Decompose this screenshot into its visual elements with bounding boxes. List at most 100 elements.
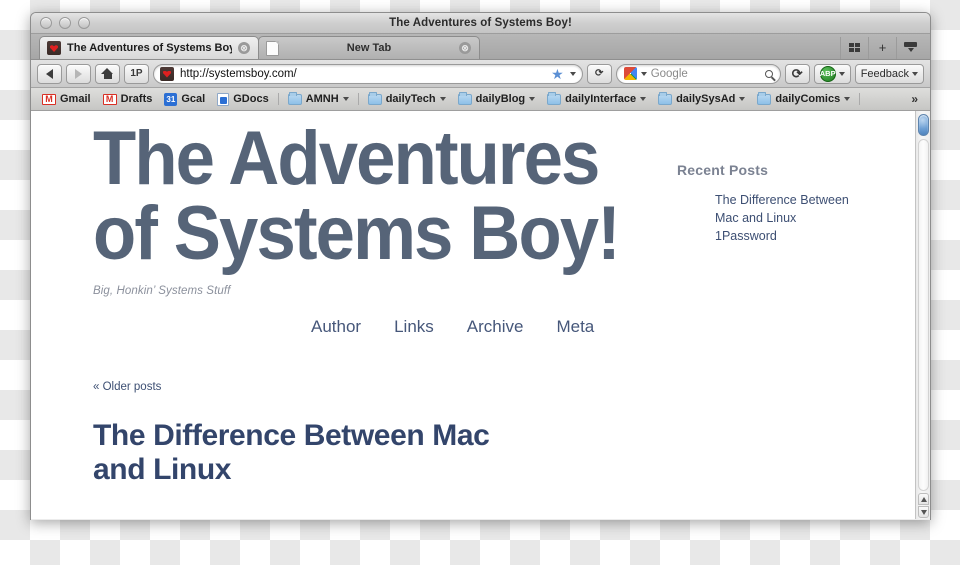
folder-icon [547, 91, 562, 105]
chevron-down-icon[interactable] [844, 97, 851, 101]
feedback-label: Feedback [860, 67, 909, 80]
tab-label: The Adventures of Systems Boy! [67, 42, 232, 54]
sync-icon: ⟳ [791, 65, 803, 81]
post-title[interactable]: The Difference Between Mac and Linux [93, 419, 553, 487]
downloads-button[interactable] [896, 36, 924, 59]
chevron-down-icon[interactable] [912, 71, 918, 76]
back-button[interactable] [37, 63, 62, 84]
list-item[interactable]: The Difference Between Mac and Linux [715, 192, 915, 228]
sync-button[interactable]: ⟳ [784, 63, 810, 84]
bookmark-label: dailyBlog [475, 93, 526, 105]
sidebar: Recent Posts The Difference Between Mac … [663, 111, 915, 519]
download-icon [904, 42, 917, 53]
bookmark-label: dailyInterface [565, 93, 637, 105]
list-all-tabs-button[interactable] [840, 36, 868, 59]
bookmark-star-icon[interactable]: ★ [551, 67, 564, 81]
forward-button[interactable] [66, 63, 91, 84]
bookmark-gdocs[interactable]: GDocs [211, 92, 274, 106]
chevron-down-icon[interactable] [342, 97, 349, 101]
home-icon [101, 68, 114, 79]
folder-icon [757, 91, 772, 105]
site-navigation: Author Links Archive Meta [93, 317, 663, 337]
nav-link-links[interactable]: Links [394, 317, 434, 337]
chevron-down-icon[interactable] [529, 97, 536, 101]
close-icon[interactable]: ⊗ [238, 42, 250, 54]
adblock-icon: ABP [819, 65, 836, 82]
nav-link-author[interactable]: Author [311, 317, 361, 337]
nav-link-meta[interactable]: Meta [556, 317, 594, 337]
folder-icon [367, 91, 382, 105]
search-icon[interactable] [764, 69, 773, 78]
reload-button[interactable]: ⟳ [586, 63, 612, 84]
older-posts-link[interactable]: « Older posts [93, 381, 663, 393]
bookmarks-overflow-button[interactable]: » [904, 92, 925, 106]
bookmark-label: dailyTech [385, 93, 436, 105]
triangle-up-icon [920, 496, 927, 502]
bookmark-label: Gcal [181, 93, 206, 105]
site-title: The Adventures of Systems Boy! [93, 116, 621, 277]
bookmark-label: Drafts [120, 93, 153, 105]
bookmark-folder-dailyblog[interactable]: dailyBlog [452, 91, 542, 105]
chevron-down-icon[interactable] [838, 71, 845, 76]
tab-bar-tools: + [840, 36, 930, 59]
scroll-down-button[interactable] [918, 506, 929, 518]
page-viewport: The Adventures of Systems Boy! Big, Honk… [31, 111, 930, 519]
browser-window: The Adventures of Systems Boy! The Adven… [30, 12, 931, 520]
google-icon [623, 67, 637, 80]
adblock-plus-button[interactable]: ABP [813, 63, 851, 84]
bookmark-label: Gmail [60, 93, 91, 105]
url-bar[interactable]: http://systemsboy.com/ ★ [153, 63, 583, 84]
blank-page-icon [266, 40, 279, 56]
bookmark-gcal[interactable]: 31 Gcal [158, 92, 211, 106]
arrow-right-icon [75, 68, 82, 79]
tab-label: New Tab [346, 42, 392, 54]
bookmark-folder-dailysysad[interactable]: dailySysAd [652, 91, 751, 105]
chevron-down-icon[interactable] [739, 97, 746, 101]
vertical-scrollbar[interactable] [915, 111, 930, 519]
bookmarks-bar: Gmail Drafts 31 Gcal GDocs AMNH dailyTec… [31, 88, 930, 111]
chevron-down-icon[interactable] [640, 97, 647, 101]
search-bar[interactable]: Google [615, 63, 781, 84]
bookmark-folder-dailytech[interactable]: dailyTech [362, 91, 452, 105]
scrollbar-thumb[interactable] [918, 114, 929, 136]
tab-new-tab[interactable]: New Tab ⊗ [258, 36, 480, 59]
bookmark-folder-dailyinterface[interactable]: dailyInterface [541, 91, 652, 105]
nav-link-archive[interactable]: Archive [467, 317, 524, 337]
zoom-window-button[interactable] [78, 17, 90, 29]
window-titlebar: The Adventures of Systems Boy! [31, 13, 930, 34]
traffic-light-buttons [31, 17, 90, 29]
new-tab-button[interactable]: + [868, 36, 896, 59]
arrow-left-icon [46, 68, 53, 79]
onepassword-button[interactable]: 1P [124, 63, 149, 84]
chevron-down-icon[interactable] [640, 71, 647, 76]
separator [277, 93, 279, 105]
bookmark-gmail[interactable]: Gmail [36, 93, 97, 105]
systemsboy-favicon-icon [160, 66, 174, 81]
minimize-window-button[interactable] [59, 17, 71, 29]
calendar-icon: 31 [164, 92, 178, 106]
list-item[interactable]: 1Password [715, 228, 915, 246]
chevron-down-icon[interactable] [439, 97, 446, 101]
close-window-button[interactable] [40, 17, 52, 29]
home-button[interactable] [95, 63, 120, 84]
navigation-toolbar: 1P http://systemsboy.com/ ★ ⟳ Google ⟳ A… [31, 60, 930, 88]
systemsboy-favicon-icon [47, 41, 61, 55]
site-tagline: Big, Honkin’ Systems Stuff [93, 285, 231, 298]
bookmark-label: dailyComics [775, 93, 841, 105]
feedback-button[interactable]: Feedback [854, 63, 924, 84]
bookmark-drafts[interactable]: Drafts [97, 93, 159, 105]
bookmark-label: dailySysAd [676, 93, 736, 105]
search-input[interactable]: Google [651, 68, 761, 80]
chevron-down-icon[interactable] [569, 71, 576, 76]
gmail-icon [42, 93, 56, 105]
scrollbar-track[interactable] [918, 139, 929, 491]
gdocs-icon [217, 92, 230, 106]
gmail-icon [102, 93, 117, 105]
grid-icon [848, 42, 861, 53]
bookmark-folder-dailycomics[interactable]: dailyComics [751, 91, 856, 105]
close-icon[interactable]: ⊗ [459, 42, 471, 54]
bookmark-folder-amnh[interactable]: AMNH [282, 91, 355, 105]
scroll-up-button[interactable] [918, 493, 929, 505]
folder-icon [457, 91, 472, 105]
tab-systemsboy[interactable]: The Adventures of Systems Boy! ⊗ [39, 36, 259, 59]
